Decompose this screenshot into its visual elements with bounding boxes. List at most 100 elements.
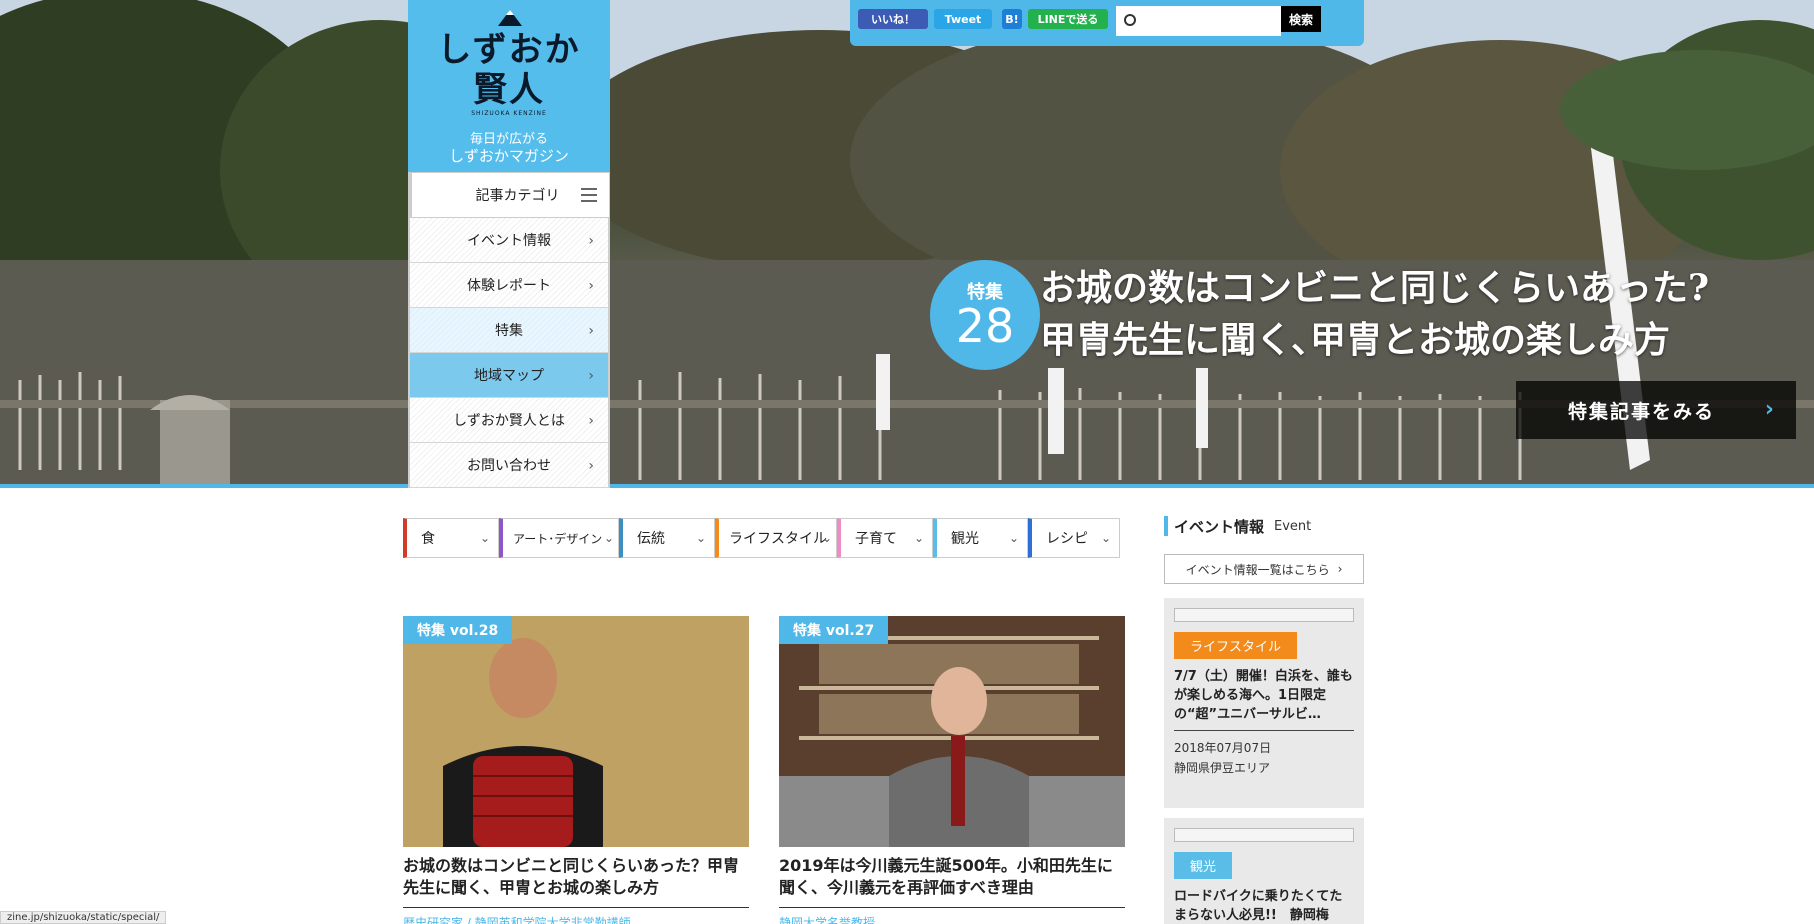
article-photo xyxy=(779,616,1125,847)
feature-cta-label: 特集記事をみる xyxy=(1568,400,1716,423)
search-input[interactable] xyxy=(1116,6,1281,36)
chevron-right-icon: › xyxy=(588,233,594,249)
nav-item-label: 特集 xyxy=(495,323,523,339)
article-tag: 特集 vol.27 xyxy=(779,616,889,644)
logo-title-line2: 賢人 xyxy=(473,70,545,110)
hero-divider xyxy=(0,484,1814,488)
nav-item-label: お問い合わせ xyxy=(467,458,551,474)
chevron-down-icon: ⌄ xyxy=(913,531,924,545)
like-label: いいね！ xyxy=(871,13,915,26)
category-label: ライフスタイル xyxy=(729,531,827,547)
category-label: アート･デザイン xyxy=(513,531,603,546)
nav-item-events[interactable]: イベント情報 › xyxy=(408,218,610,263)
article-tag: 特集 vol.28 xyxy=(403,616,513,644)
line-share-button[interactable]: LINEで送る xyxy=(1028,9,1108,29)
nav-item-area-map[interactable]: 地域マップ › xyxy=(408,353,610,398)
nav-item-about[interactable]: しずおか賢人とは › xyxy=(408,398,610,443)
chevron-down-icon: ⌄ xyxy=(821,531,832,545)
chevron-right-icon: › xyxy=(588,323,594,339)
article-thumbnail[interactable]: 特集 vol.28 xyxy=(403,616,749,847)
chevron-right-icon: › xyxy=(1337,562,1343,576)
chevron-right-icon: › xyxy=(588,368,594,384)
nav-item-label: しずおか賢人とは xyxy=(453,413,565,429)
article-thumbnail[interactable]: 特集 vol.27 xyxy=(779,616,1125,847)
hamburger-menu-icon xyxy=(581,188,597,202)
event-title[interactable]: ロードバイクに乗りたくてたまらない人必見!! 静岡梅 xyxy=(1174,887,1354,924)
event-date: 2018年07月07日 xyxy=(1174,741,1272,755)
nav-category-menu[interactable]: 記事カテゴリ xyxy=(408,172,610,218)
category-parenting[interactable]: 子育て ⌄ xyxy=(837,518,933,558)
nav-category-label: 記事カテゴリ xyxy=(475,188,560,204)
site-logo[interactable]: しずおか 賢人 SHIZUOKA KENZINE 毎日が広がる しずおかマガジン xyxy=(408,0,610,172)
nav-item-special-feature[interactable]: 特集 › xyxy=(408,308,610,353)
chevron-down-icon: ⌄ xyxy=(695,531,706,545)
category-recipe[interactable]: レシピ ⌄ xyxy=(1028,518,1120,558)
category-sightseeing[interactable]: 観光 ⌄ xyxy=(933,518,1028,558)
category-label: 食 xyxy=(421,531,435,547)
logo-title: しずおか 賢人 xyxy=(408,30,610,110)
tweet-button[interactable]: Tweet xyxy=(934,9,992,29)
event-area: 静岡県伊豆エリア xyxy=(1174,761,1271,775)
nav-item-experience-report[interactable]: 体験レポート › xyxy=(408,263,610,308)
article-card[interactable]: 特集 vol.28 お城の数はコンビニと同じくらいあった？甲冑先生に聞く、甲冑と… xyxy=(403,616,749,924)
events-heading-en: Event xyxy=(1274,518,1312,534)
chevron-right-icon: › xyxy=(588,413,594,429)
category-label: 伝統 xyxy=(637,531,665,547)
article-title[interactable]: お城の数はコンビニと同じくらいあった？甲冑先生に聞く、甲冑とお城の楽しみ方 xyxy=(403,855,749,899)
event-title[interactable]: 7/7（土）開催！白浜を、誰もが楽しめる海へ。1日限定の“超”ユニバーサルビ… xyxy=(1174,667,1354,724)
chevron-right-icon: › xyxy=(1764,397,1776,422)
category-tradition[interactable]: 伝統 ⌄ xyxy=(619,518,715,558)
nav-item-label: 体験レポート xyxy=(467,278,551,294)
logo-subtitle: SHIZUOKA KENZINE xyxy=(471,110,547,117)
chevron-down-icon: ⌄ xyxy=(479,531,490,545)
event-card[interactable]: 観光 ロードバイクに乗りたくてたまらない人必見!! 静岡梅 xyxy=(1164,818,1364,924)
article-subtitle: 静岡大学名誉教授 xyxy=(779,916,876,924)
chevron-right-icon: › xyxy=(588,278,594,294)
nav-item-label: 地域マップ xyxy=(474,368,544,384)
hatena-label: B! xyxy=(1005,12,1019,26)
article-card[interactable]: 特集 vol.27 2019年は今川義元生誕500年。小和田先生に聞く、今川義元… xyxy=(779,616,1125,924)
facebook-like-button[interactable]: いいね！ xyxy=(858,9,928,29)
article-subtitle: 歴史研究家 / 静岡英和学院大学非常勤講師 xyxy=(403,916,631,924)
category-label: レシピ xyxy=(1046,531,1088,547)
feature-title[interactable]: お城の数はコンビニと同じくらいあった? 甲冑先生に聞く､甲冑とお城の楽しみ方 xyxy=(1040,262,1709,366)
side-navigation: しずおか 賢人 SHIZUOKA KENZINE 毎日が広がる しずおかマガジン… xyxy=(408,0,610,488)
event-image-placeholder xyxy=(1174,828,1354,842)
nav-item-label: イベント情報 xyxy=(467,233,551,249)
category-food[interactable]: 食 ⌄ xyxy=(403,518,499,558)
events-list-button-label: イベント情報一覧はこちら xyxy=(1185,562,1330,577)
category-filter-bar: 食 ⌄ アート･デザイン ⌄ 伝統 ⌄ ライフスタイル ⌄ 子育て ⌄ 観光 ⌄… xyxy=(403,518,1120,558)
event-image-placeholder xyxy=(1174,608,1354,622)
feature-badge: 特集 28 xyxy=(930,260,1040,370)
chevron-down-icon: ⌄ xyxy=(603,531,614,545)
category-label: 子育て xyxy=(855,531,897,547)
chevron-right-icon: › xyxy=(588,458,594,474)
feature-title-line1: お城の数はコンビニと同じくらいあった? xyxy=(1040,267,1710,309)
search-button[interactable]: 検索 xyxy=(1281,6,1321,32)
event-card[interactable]: ライフスタイル 7/7（土）開催！白浜を、誰もが楽しめる海へ。1日限定の“超”ユ… xyxy=(1164,598,1364,808)
feature-badge-number: 28 xyxy=(955,299,1015,353)
event-category-badge: ライフスタイル xyxy=(1174,632,1298,659)
article-divider xyxy=(779,907,1125,908)
feature-title-line2: 甲冑先生に聞く､甲冑とお城の楽しみ方 xyxy=(1040,319,1671,361)
events-heading: イベント情報 Event xyxy=(1164,516,1311,536)
article-photo xyxy=(403,616,749,847)
event-category-badge: 観光 xyxy=(1174,852,1233,879)
search-button-label: 検索 xyxy=(1288,12,1313,27)
share-bar: いいね！ Tweet B! LINEで送る 検索 xyxy=(850,0,1364,46)
article-title[interactable]: 2019年は今川義元生誕500年。小和田先生に聞く、今川義元を再評価すべき理由 xyxy=(779,855,1125,899)
events-heading-label: イベント情報 xyxy=(1174,517,1265,536)
category-art-design[interactable]: アート･デザイン ⌄ xyxy=(499,518,619,558)
article-divider xyxy=(403,907,749,908)
logo-tagline-2: しずおかマガジン xyxy=(449,147,569,165)
tweet-label: Tweet xyxy=(944,12,982,26)
event-divider xyxy=(1174,730,1354,731)
line-label: LINEで送る xyxy=(1037,13,1099,26)
category-lifestyle[interactable]: ライフスタイル ⌄ xyxy=(715,518,837,558)
nav-item-contact[interactable]: お問い合わせ › xyxy=(408,443,610,488)
category-label: 観光 xyxy=(951,531,979,547)
feature-cta-button[interactable]: 特集記事をみる › xyxy=(1516,381,1796,439)
events-list-button[interactable]: イベント情報一覧はこちら › xyxy=(1164,554,1364,584)
chevron-down-icon: ⌄ xyxy=(1100,531,1111,545)
hatena-bookmark-button[interactable]: B! xyxy=(1002,9,1022,29)
